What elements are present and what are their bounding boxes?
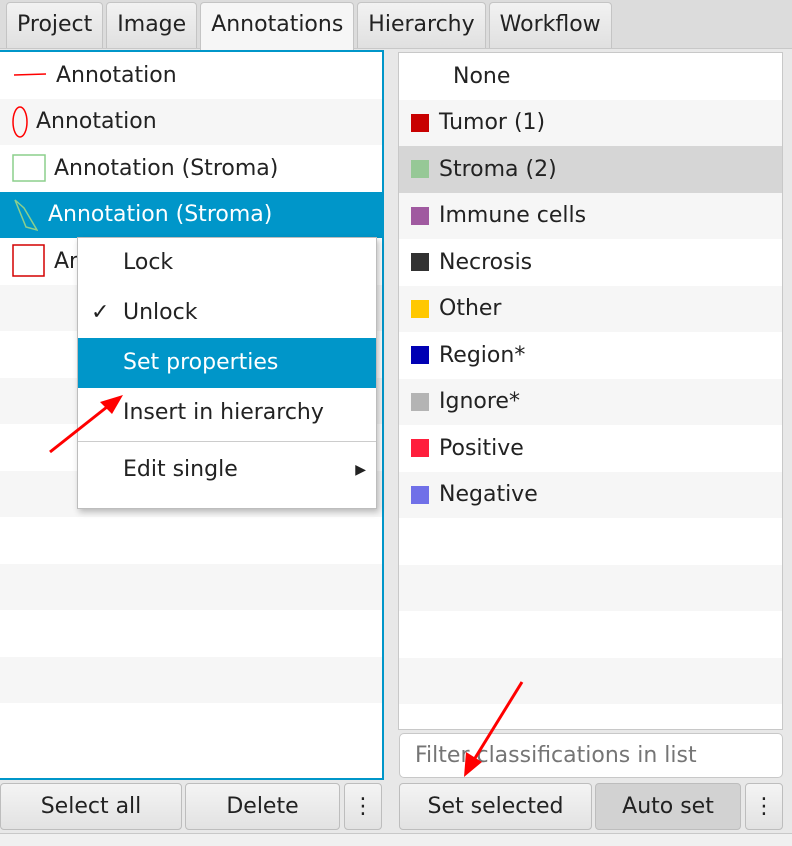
class-item[interactable]: Other <box>399 285 782 332</box>
status-bar <box>0 833 792 846</box>
submenu-arrow-icon: ▶ <box>355 462 366 478</box>
class-item-none[interactable]: None <box>399 53 782 100</box>
checkmark-icon: ✓ <box>91 300 110 325</box>
classification-list[interactable]: None Tumor (1) Stroma (2) Immune cells N… <box>398 52 783 730</box>
class-item[interactable]: Positive <box>399 425 782 472</box>
menu-item-insert-in-hierarchy[interactable]: Insert in hierarchy <box>78 388 376 438</box>
list-item-selected[interactable]: Annotation (Stroma) <box>0 191 382 238</box>
list-item[interactable]: Annotation <box>0 52 382 99</box>
context-menu: Lock ✓ Unlock Set properties Insert in hi… <box>77 237 377 509</box>
auto-set-toggle[interactable]: Auto set <box>595 783 741 830</box>
class-item[interactable]: Necrosis <box>399 239 782 286</box>
rectangle-annotation-icon <box>12 244 45 277</box>
color-swatch-icon <box>411 206 429 225</box>
more-options-button[interactable]: ⋮ <box>745 783 783 830</box>
ellipse-annotation-icon <box>12 106 28 138</box>
class-item[interactable]: Ignore* <box>399 378 782 425</box>
rectangle-annotation-icon <box>12 154 46 182</box>
tab-hierarchy[interactable]: Hierarchy <box>357 2 486 48</box>
tab-workflow[interactable]: Workflow <box>488 2 612 48</box>
tab-bar: Project Image Annotations Hierarchy Work… <box>0 0 792 50</box>
class-item[interactable]: Tumor (1) <box>399 99 782 146</box>
select-all-button[interactable]: Select all <box>0 783 182 830</box>
tab-image[interactable]: Image <box>106 2 198 48</box>
color-swatch-icon <box>411 160 429 179</box>
set-selected-button[interactable]: Set selected <box>399 783 592 830</box>
delete-button[interactable]: Delete <box>185 783 340 830</box>
menu-item-set-properties[interactable]: Set properties <box>78 338 376 388</box>
color-swatch-icon <box>411 439 429 458</box>
more-options-button[interactable]: ⋮ <box>344 783 382 830</box>
menu-item-unlock[interactable]: ✓ Unlock <box>78 288 376 338</box>
list-item[interactable]: Annotation <box>0 98 382 145</box>
menu-separator <box>78 441 376 442</box>
tab-annotations[interactable]: Annotations <box>200 2 355 50</box>
color-swatch-icon <box>411 485 429 504</box>
no-color-swatch <box>431 67 443 85</box>
color-swatch-icon <box>411 253 429 272</box>
class-item[interactable]: Region* <box>399 332 782 379</box>
polygon-annotation-icon <box>14 199 38 231</box>
filter-classifications-input[interactable] <box>399 733 783 778</box>
list-item[interactable]: Annotation (Stroma) <box>0 145 382 192</box>
color-swatch-icon <box>411 113 429 132</box>
color-swatch-icon <box>411 392 429 411</box>
tab-project[interactable]: Project <box>6 2 104 48</box>
line-annotation-icon <box>13 73 47 76</box>
class-item-highlighted[interactable]: Stroma (2) <box>399 146 782 193</box>
color-swatch-icon <box>411 299 429 318</box>
menu-item-edit-single[interactable]: Edit single ▶ <box>78 445 376 495</box>
class-item[interactable]: Immune cells <box>399 192 782 239</box>
menu-item-lock[interactable]: Lock <box>78 238 376 288</box>
class-item[interactable]: Negative <box>399 471 782 518</box>
color-swatch-icon <box>411 346 429 365</box>
